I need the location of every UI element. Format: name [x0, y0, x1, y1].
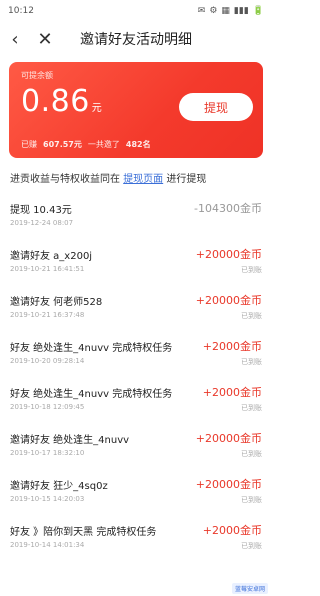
- stats-prefix: 已赚: [21, 140, 37, 149]
- record-status: 已到账: [241, 266, 262, 274]
- record-title: 好友 》陪你到天黑 完成特权任务: [10, 527, 157, 538]
- record-row[interactable]: 邀请好友 狂少_4sq0z 2019-10-15 14:20:03 +20000金币…: [0, 469, 272, 515]
- record-title: 邀请好友 狂少_4sq0z: [10, 481, 108, 492]
- record-date: 2019-10-21 16:41:51: [10, 265, 85, 273]
- status-icons: ✉ ⚙ ▦ ▮▮▮ 🔋: [198, 6, 264, 16]
- record-value: -104300金币: [194, 193, 262, 219]
- record-date: 2019-10-15 14:20:03: [10, 495, 85, 503]
- notice-after: 进行提现: [166, 174, 207, 185]
- record-date: 2019-10-14 14:01:34: [10, 541, 85, 549]
- record-date: 2019-10-18 12:09:45: [10, 403, 85, 411]
- record-row[interactable]: 好友 》陪你到天黑 完成特权任务 2019-10-14 14:01:34 +2000…: [0, 515, 272, 561]
- record-amount: +2000金币: [202, 524, 262, 537]
- record-amount: +20000金币: [195, 478, 262, 491]
- record-amount: +20000金币: [195, 432, 262, 445]
- battery-icon: 🔋: [252, 6, 264, 16]
- record-title: 好友 绝处逢生_4nuvv 完成特权任务: [10, 389, 173, 400]
- status-bar: 10:12 ✉ ⚙ ▦ ▮▮▮ 🔋: [0, 0, 272, 22]
- record-amount: +20000金币: [195, 248, 262, 261]
- record-amount: +2000金币: [202, 386, 262, 399]
- record-info: 好友 绝处逢生_4nuvv 完成特权任务 2019-10-18 12:09:45: [10, 377, 172, 411]
- watermark-logo: 蓝莓安卓网: [231, 583, 268, 594]
- balance-unit: 元: [91, 103, 103, 114]
- record-value: +2000金币已到账: [203, 377, 262, 413]
- back-icon[interactable]: ‹: [0, 29, 30, 50]
- record-title: 提现 10.43元: [10, 205, 72, 216]
- record-status: 已到账: [241, 450, 262, 458]
- record-row[interactable]: 邀请好友 何老师528 2019-10-21 16:37:48 +20000金币已到…: [0, 285, 272, 331]
- record-info: 邀请好友 绝处逢生_4nuvv 2019-10-17 18:32:10: [10, 423, 129, 457]
- record-date: 2019-12-24 08:07: [10, 219, 74, 227]
- balance-label: 可提余额: [21, 71, 53, 80]
- record-row[interactable]: 好友 绝处逢生_4nuvv 完成特权任务 2019-10-18 12:09:45 +…: [0, 377, 272, 423]
- balance-value: 0.86: [21, 84, 90, 119]
- record-title: 邀请好友 绝处逢生_4nuvv: [10, 435, 130, 446]
- stats-mid: 一共邀了: [87, 140, 120, 149]
- record-date: 2019-10-20 09:28:14: [10, 357, 85, 365]
- signal-icon: ▮▮▮: [233, 6, 249, 16]
- record-status: 已到账: [241, 496, 262, 504]
- record-amount: -104300金币: [194, 202, 262, 215]
- card-stats: 已赚 607.57元 一共邀了 482名: [21, 139, 151, 150]
- record-status: 已到账: [241, 542, 262, 550]
- record-value: +20000金币已到账: [196, 469, 262, 505]
- notice: 进贡收益与特权收益同在 提现页面 进行提现: [0, 158, 272, 193]
- withdraw-button[interactable]: 提现: [179, 93, 253, 121]
- record-value: +2000金币已到账: [203, 331, 262, 367]
- record-status: 已到账: [241, 358, 262, 366]
- record-row[interactable]: 好友 绝处逢生_4nuvv 完成特权任务 2019-10-20 09:28:14 +…: [0, 331, 272, 377]
- record-amount: +20000金币: [195, 294, 262, 307]
- record-row[interactable]: 邀请好友 a_x200j 2019-10-21 16:41:51 +20000金币已…: [0, 239, 272, 285]
- close-icon[interactable]: ✕: [30, 29, 60, 50]
- notice-before: 进贡收益与特权收益同在: [10, 174, 120, 185]
- record-value: +20000金币已到账: [196, 239, 262, 275]
- balance-amount: 0.86 元: [21, 84, 102, 119]
- record-amount: +2000金币: [202, 340, 262, 353]
- record-info: 好友 》陪你到天黑 完成特权任务 2019-10-14 14:01:34: [10, 515, 156, 549]
- record-list: 提现 10.43元 2019-12-24 08:07 -104300金币邀请好友 a…: [0, 193, 272, 561]
- app-icon: ▦: [221, 6, 230, 16]
- record-value: +2000金币已到账: [203, 515, 262, 551]
- record-row[interactable]: 提现 10.43元 2019-12-24 08:07 -104300金币: [0, 193, 272, 239]
- record-date: 2019-10-17 18:32:10: [10, 449, 85, 457]
- record-info: 好友 绝处逢生_4nuvv 完成特权任务 2019-10-20 09:28:14: [10, 331, 172, 365]
- withdraw-page-link[interactable]: 提现页面: [123, 174, 163, 185]
- stats-invited: 482名: [125, 140, 151, 149]
- record-value: +20000金币已到账: [196, 285, 262, 321]
- mail-icon: ✉: [197, 6, 206, 16]
- record-title: 好友 绝处逢生_4nuvv 完成特权任务: [10, 343, 173, 354]
- record-title: 邀请好友 何老师528: [10, 297, 103, 308]
- status-time: 10:12: [8, 6, 34, 16]
- record-info: 邀请好友 a_x200j 2019-10-21 16:41:51: [10, 239, 92, 273]
- record-info: 提现 10.43元 2019-12-24 08:07: [10, 193, 73, 227]
- record-status: 已到账: [241, 312, 262, 320]
- record-title: 邀请好友 a_x200j: [10, 251, 93, 262]
- record-status: 已到账: [241, 404, 262, 412]
- record-value: +20000金币已到账: [196, 423, 262, 459]
- title-bar: ‹ ✕ 邀请好友活动明细: [0, 22, 272, 56]
- record-date: 2019-10-21 16:37:48: [10, 311, 85, 319]
- record-info: 邀请好友 何老师528 2019-10-21 16:37:48: [10, 285, 102, 319]
- stats-earned: 607.57元: [43, 140, 82, 149]
- record-info: 邀请好友 狂少_4sq0z 2019-10-15 14:20:03: [10, 469, 108, 503]
- record-row[interactable]: 邀请好友 绝处逢生_4nuvv 2019-10-17 18:32:10 +20000…: [0, 423, 272, 469]
- balance-card: 可提余额 0.86 元 提现 已赚 607.57元 一共邀了 482名: [9, 62, 263, 158]
- settings-icon: ⚙: [209, 6, 218, 16]
